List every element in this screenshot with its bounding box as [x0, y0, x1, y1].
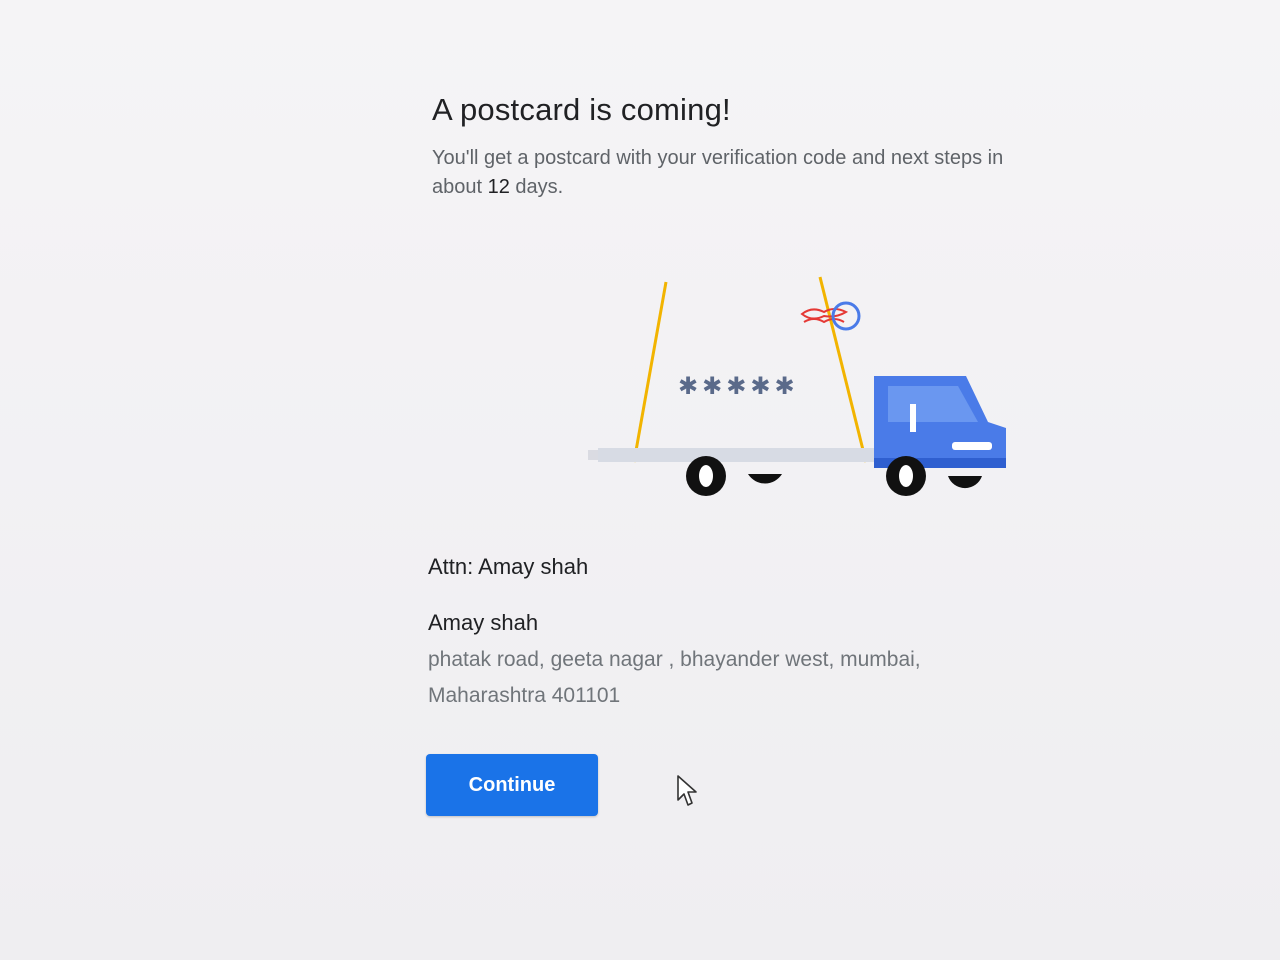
front-wheel-second	[948, 476, 982, 489]
subtitle-suffix: days.	[509, 176, 564, 198]
continue-button[interactable]: Continue	[426, 754, 598, 816]
headlight	[952, 442, 992, 450]
address-line-1: phatak road, geeta nagar , bhayander wes…	[428, 648, 921, 671]
page-title: A postcard is coming!	[432, 92, 731, 127]
address-line-2: Maharashtra 401101	[428, 684, 621, 707]
door-handle	[910, 404, 916, 432]
verification-page: A postcard is coming! You'll get a postc…	[0, 0, 1280, 960]
mailing-address: Amay shah phatak road, geeta nagar , bha…	[428, 610, 1028, 714]
red-ribbon	[800, 308, 849, 320]
masked-code: ✱✱✱✱✱	[678, 372, 799, 400]
left-pole	[632, 281, 668, 463]
days-count: 12	[487, 176, 510, 198]
front-wheel	[886, 456, 926, 496]
recipient-name: Amay shah	[428, 610, 539, 635]
page-subtitle: You'll get a postcard with your verifica…	[432, 144, 1022, 202]
postcard-confirmation: A postcard is coming! You'll get a postc…	[426, 92, 1028, 816]
mouse-pointer-icon	[677, 775, 697, 806]
rear-wheel-second	[748, 474, 782, 484]
attention-line: Attn: Amay shah	[428, 554, 589, 579]
rear-wheel	[686, 456, 726, 496]
delivery-truck-illustration: ✱✱✱✱✱	[588, 276, 1006, 496]
truck-bed	[598, 448, 878, 462]
red-ribbon-lower	[803, 318, 845, 324]
